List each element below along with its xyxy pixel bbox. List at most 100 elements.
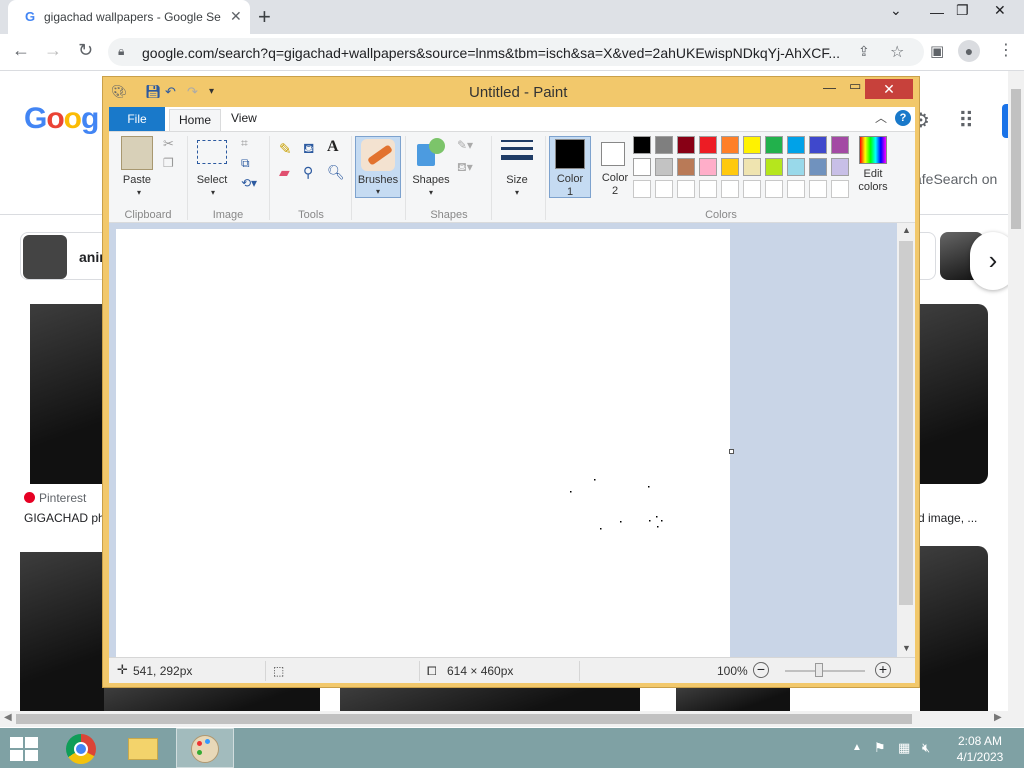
custom-color-slot[interactable]: [743, 180, 761, 198]
shape-fill-icon[interactable]: ⛾▾: [457, 160, 473, 176]
close-icon[interactable]: ✕: [865, 79, 913, 99]
scrollbar-thumb[interactable]: [16, 714, 912, 724]
palette-swatch[interactable]: [809, 136, 827, 154]
shapes-icon[interactable]: [417, 138, 445, 166]
maximize-icon[interactable]: ▭: [849, 78, 861, 94]
help-icon[interactable]: ?: [895, 110, 911, 126]
more-menu-icon[interactable]: ⋮: [998, 40, 1014, 60]
palette-swatch[interactable]: [765, 136, 783, 154]
minimize-icon[interactable]: —: [823, 80, 836, 95]
palette-swatch[interactable]: [787, 158, 805, 176]
forward-arrow-icon[interactable]: →: [44, 40, 62, 61]
page-scrollbar-horizontal[interactable]: ◀ ▶: [0, 711, 1024, 727]
paint-app-icon[interactable]: 🎨︎: [111, 84, 128, 100]
image-source[interactable]: Pinterest: [24, 491, 86, 505]
tab-file[interactable]: File: [109, 107, 165, 131]
reload-icon[interactable]: ↻: [78, 40, 93, 61]
file-explorer-icon[interactable]: [114, 728, 172, 768]
select-icon[interactable]: [197, 140, 227, 164]
page-scrollbar-vertical[interactable]: [1008, 71, 1024, 711]
rotate-icon[interactable]: ⟲▾: [241, 176, 257, 190]
text-icon[interactable]: A: [327, 138, 339, 156]
clock-date[interactable]: 4/1/2023: [944, 750, 1016, 764]
image-result[interactable]: [30, 304, 102, 484]
shapes-button[interactable]: Shapes: [409, 174, 453, 186]
custom-color-slot[interactable]: [699, 180, 717, 198]
fill-icon[interactable]: ⛾: [303, 140, 314, 159]
palette-swatch[interactable]: [677, 158, 695, 176]
image-result[interactable]: [340, 688, 640, 711]
resize-icon[interactable]: ⧉: [241, 156, 250, 171]
canvas-scrollbar-vertical[interactable]: ▲ ▼: [897, 223, 915, 657]
chevron-down-icon[interactable]: ⌄: [890, 2, 902, 19]
scroll-right-icon[interactable]: ▶: [994, 712, 1002, 723]
palette-swatch[interactable]: [721, 158, 739, 176]
palette-swatch[interactable]: [743, 158, 761, 176]
palette-swatch[interactable]: [699, 158, 717, 176]
clipboard-icon[interactable]: [121, 136, 153, 170]
palette-swatch[interactable]: [655, 158, 673, 176]
palette-swatch[interactable]: [699, 136, 717, 154]
clock-time[interactable]: 2:08 AM: [944, 734, 1016, 748]
redo-icon[interactable]: ↷: [187, 84, 198, 100]
image-result[interactable]: [920, 546, 988, 711]
lock-icon[interactable]: 🔒︎: [118, 44, 124, 59]
image-caption[interactable]: GIGACHAD ph: [24, 511, 105, 525]
custom-color-slot[interactable]: [721, 180, 739, 198]
eraser-icon[interactable]: ▰: [279, 164, 290, 181]
zoom-slider-thumb[interactable]: [815, 663, 823, 677]
paste-button[interactable]: Paste: [119, 174, 155, 186]
palette-swatch[interactable]: [633, 158, 651, 176]
scroll-down-icon[interactable]: ▼: [902, 643, 911, 653]
cut-icon[interactable]: ✂: [163, 136, 174, 152]
show-hidden-icons-icon[interactable]: ▲: [852, 742, 862, 753]
side-panel-icon[interactable]: ▣: [930, 42, 944, 60]
image-result[interactable]: [20, 552, 104, 711]
brushes-button[interactable]: Brushes ▾: [355, 136, 401, 198]
palette-swatch[interactable]: [831, 158, 849, 176]
url-text[interactable]: google.com/search?q=gigachad+wallpapers&…: [142, 45, 842, 61]
palette-swatch[interactable]: [831, 136, 849, 154]
magnifier-icon[interactable]: 🔍︎: [327, 164, 345, 181]
chevron-down-icon[interactable]: ▾: [509, 188, 525, 197]
edit-colors-button[interactable]: Edit: [851, 168, 895, 180]
scroll-up-icon[interactable]: ▲: [902, 225, 911, 235]
plus-icon[interactable]: +: [258, 4, 271, 30]
canvas-resize-handle[interactable]: [729, 449, 734, 454]
outline-icon[interactable]: ✎▾: [457, 138, 473, 152]
chevron-down-icon[interactable]: ▾: [205, 188, 221, 197]
volume-muted-icon[interactable]: 🔇︎: [922, 740, 930, 756]
palette-swatch[interactable]: [809, 158, 827, 176]
customize-qat-icon[interactable]: ▾: [209, 86, 214, 97]
image-result[interactable]: [676, 688, 790, 711]
close-window-icon[interactable]: ✕: [994, 2, 1006, 19]
image-caption[interactable]: d image, ...: [918, 511, 977, 525]
chrome-taskbar-icon[interactable]: [52, 728, 110, 768]
paint-taskbar-icon[interactable]: [176, 728, 234, 768]
save-icon[interactable]: 💾︎: [145, 84, 162, 100]
color2-button[interactable]: Color 2: [595, 136, 637, 198]
custom-color-slot[interactable]: [633, 180, 651, 198]
size-button[interactable]: Size: [497, 174, 537, 186]
browser-tab[interactable]: G gigachad wallpapers - Google Se ✕: [8, 0, 250, 34]
scroll-left-icon[interactable]: ◀: [4, 712, 12, 723]
custom-color-slot[interactable]: [831, 180, 849, 198]
zoom-in-icon[interactable]: +: [875, 662, 891, 678]
google-logo[interactable]: Goog: [24, 102, 99, 136]
palette-swatch[interactable]: [721, 136, 739, 154]
safesearch-label[interactable]: afeSearch on: [914, 171, 997, 187]
custom-color-slot[interactable]: [677, 180, 695, 198]
apps-grid-icon[interactable]: ⠿: [958, 108, 974, 134]
custom-color-slot[interactable]: [765, 180, 783, 198]
copy-icon[interactable]: ❐: [163, 156, 174, 170]
scrollbar-thumb[interactable]: [1011, 89, 1021, 229]
palette-swatch[interactable]: [743, 136, 761, 154]
drawing-canvas[interactable]: [116, 229, 730, 657]
custom-color-slot[interactable]: [655, 180, 673, 198]
palette-swatch[interactable]: [633, 136, 651, 154]
scrollbar-thumb[interactable]: [899, 241, 913, 605]
size-icon[interactable]: [501, 138, 533, 166]
crop-icon[interactable]: ⌗: [241, 136, 248, 151]
image-result[interactable]: [104, 688, 320, 711]
custom-color-slot[interactable]: [809, 180, 827, 198]
